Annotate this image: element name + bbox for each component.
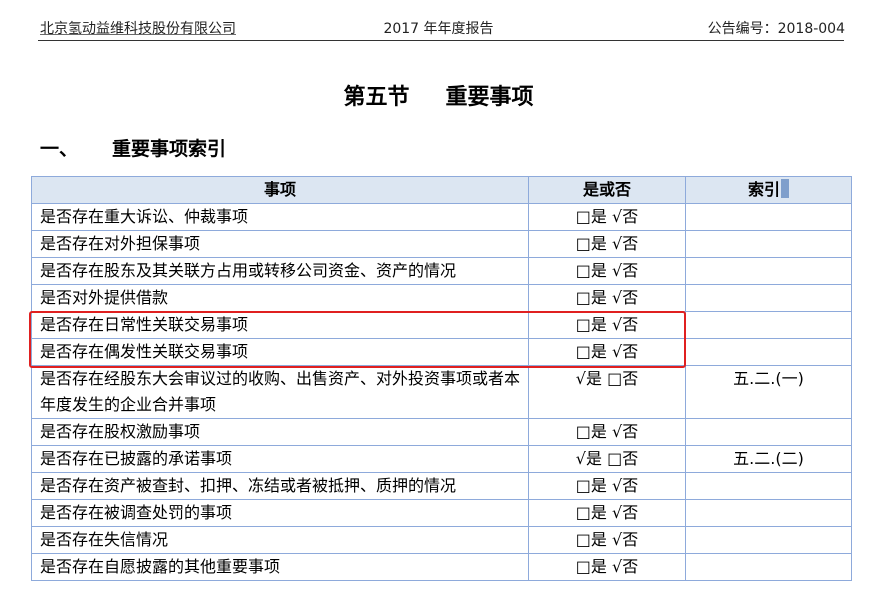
table-row: 是否存在重大诉讼、仲裁事项 □是 √否 bbox=[31, 203, 852, 231]
answer-cell: □是 √否 bbox=[528, 338, 686, 366]
matter-cell: 是否存在自愿披露的其他重要事项 bbox=[31, 553, 529, 581]
answer-cell: □是 √否 bbox=[528, 203, 686, 231]
answer-cell: □是 √否 bbox=[528, 472, 686, 500]
matter-cell: 是否存在股东及其关联方占用或转移公司资金、资产的情况 bbox=[31, 257, 529, 285]
index-cell: 五.二.(一) bbox=[685, 365, 852, 419]
index-cell bbox=[685, 499, 852, 527]
answer-cell: □是 √否 bbox=[528, 311, 686, 339]
index-cell bbox=[685, 338, 852, 366]
column-header-index: 索引 bbox=[685, 176, 852, 204]
matter-cell: 是否存在经股东大会审议过的收购、出售资产、对外投资事项或者本年度发生的企业合并事… bbox=[31, 365, 529, 419]
table-row: 是否存在股东及其关联方占用或转移公司资金、资产的情况 □是 √否 bbox=[31, 257, 852, 285]
matter-cell: 是否存在被调查处罚的事项 bbox=[31, 499, 529, 527]
answer-cell: □是 √否 bbox=[528, 553, 686, 581]
index-cell bbox=[685, 203, 852, 231]
table-row: 是否存在经股东大会审议过的收购、出售资产、对外投资事项或者本年度发生的企业合并事… bbox=[31, 365, 852, 419]
matter-cell: 是否存在资产被查封、扣押、冻结或者被抵押、质押的情况 bbox=[31, 472, 529, 500]
answer-cell: √是 □否 bbox=[528, 445, 686, 473]
table-row: 是否存在失信情况 □是 √否 bbox=[31, 526, 852, 554]
matter-cell: 是否存在失信情况 bbox=[31, 526, 529, 554]
matter-cell: 是否存在对外担保事项 bbox=[31, 230, 529, 258]
matter-cell: 是否对外提供借款 bbox=[31, 284, 529, 312]
announcement-number: 公告编号：2018-004 bbox=[707, 21, 845, 37]
answer-cell: □是 √否 bbox=[528, 230, 686, 258]
table-row: 是否对外提供借款 □是 √否 bbox=[31, 284, 852, 312]
matter-cell: 是否存在股权激励事项 bbox=[31, 418, 529, 446]
answer-cell: √是 □否 bbox=[528, 365, 686, 419]
section-number: 第五节 bbox=[343, 85, 410, 110]
column-header-index-label: 索引 bbox=[747, 180, 780, 199]
answer-cell: □是 √否 bbox=[528, 257, 686, 285]
answer-cell: □是 √否 bbox=[528, 499, 686, 527]
index-cell bbox=[685, 257, 852, 285]
section-name: 重要事项 bbox=[445, 85, 534, 110]
answer-cell: □是 √否 bbox=[528, 526, 686, 554]
matter-cell: 是否存在偶发性关联交易事项 bbox=[31, 338, 529, 366]
answer-cell: □是 √否 bbox=[528, 284, 686, 312]
matter-cell: 是否存在已披露的承诺事项 bbox=[31, 445, 529, 473]
subsection-title: 一、 重要事项索引 bbox=[40, 135, 226, 163]
table-row: 是否存在日常性关联交易事项 □是 √否 bbox=[31, 311, 852, 339]
table-row: 是否存在已披露的承诺事项 √是 □否 五.二.(二) bbox=[31, 445, 852, 473]
table-header-row: 事项 是或否 索引 bbox=[31, 176, 852, 204]
header-divider bbox=[38, 40, 844, 41]
table-row: 是否存在自愿披露的其他重要事项 □是 √否 bbox=[31, 553, 852, 581]
index-cell bbox=[685, 418, 852, 446]
text-cursor bbox=[781, 179, 789, 198]
table-row: 是否存在股权激励事项 □是 √否 bbox=[31, 418, 852, 446]
column-header-answer: 是或否 bbox=[528, 176, 686, 204]
table-row: 是否存在偶发性关联交易事项 □是 √否 bbox=[31, 338, 852, 366]
index-cell bbox=[685, 230, 852, 258]
matter-cell: 是否存在日常性关联交易事项 bbox=[31, 311, 529, 339]
matters-index-table: 事项 是或否 索引 是否存在重大诉讼、仲裁事项 □是 √否 是否存在对外担保事项 □… bbox=[31, 176, 852, 581]
index-cell: 五.二.(二) bbox=[685, 445, 852, 473]
index-cell bbox=[685, 553, 852, 581]
index-cell bbox=[685, 526, 852, 554]
answer-cell: □是 √否 bbox=[528, 418, 686, 446]
subsection-name: 重要事项索引 bbox=[112, 138, 227, 160]
matter-cell: 是否存在重大诉讼、仲裁事项 bbox=[31, 203, 529, 231]
index-cell bbox=[685, 472, 852, 500]
index-cell bbox=[685, 311, 852, 339]
index-cell bbox=[685, 284, 852, 312]
subsection-number: 一、 bbox=[40, 138, 79, 160]
table-row: 是否存在被调查处罚的事项 □是 √否 bbox=[31, 499, 852, 527]
table-row: 是否存在对外担保事项 □是 √否 bbox=[31, 230, 852, 258]
table-row: 是否存在资产被查封、扣押、冻结或者被抵押、质押的情况 □是 √否 bbox=[31, 472, 852, 500]
section-title: 第五节 重要事项 bbox=[0, 82, 877, 114]
column-header-item: 事项 bbox=[31, 176, 529, 204]
